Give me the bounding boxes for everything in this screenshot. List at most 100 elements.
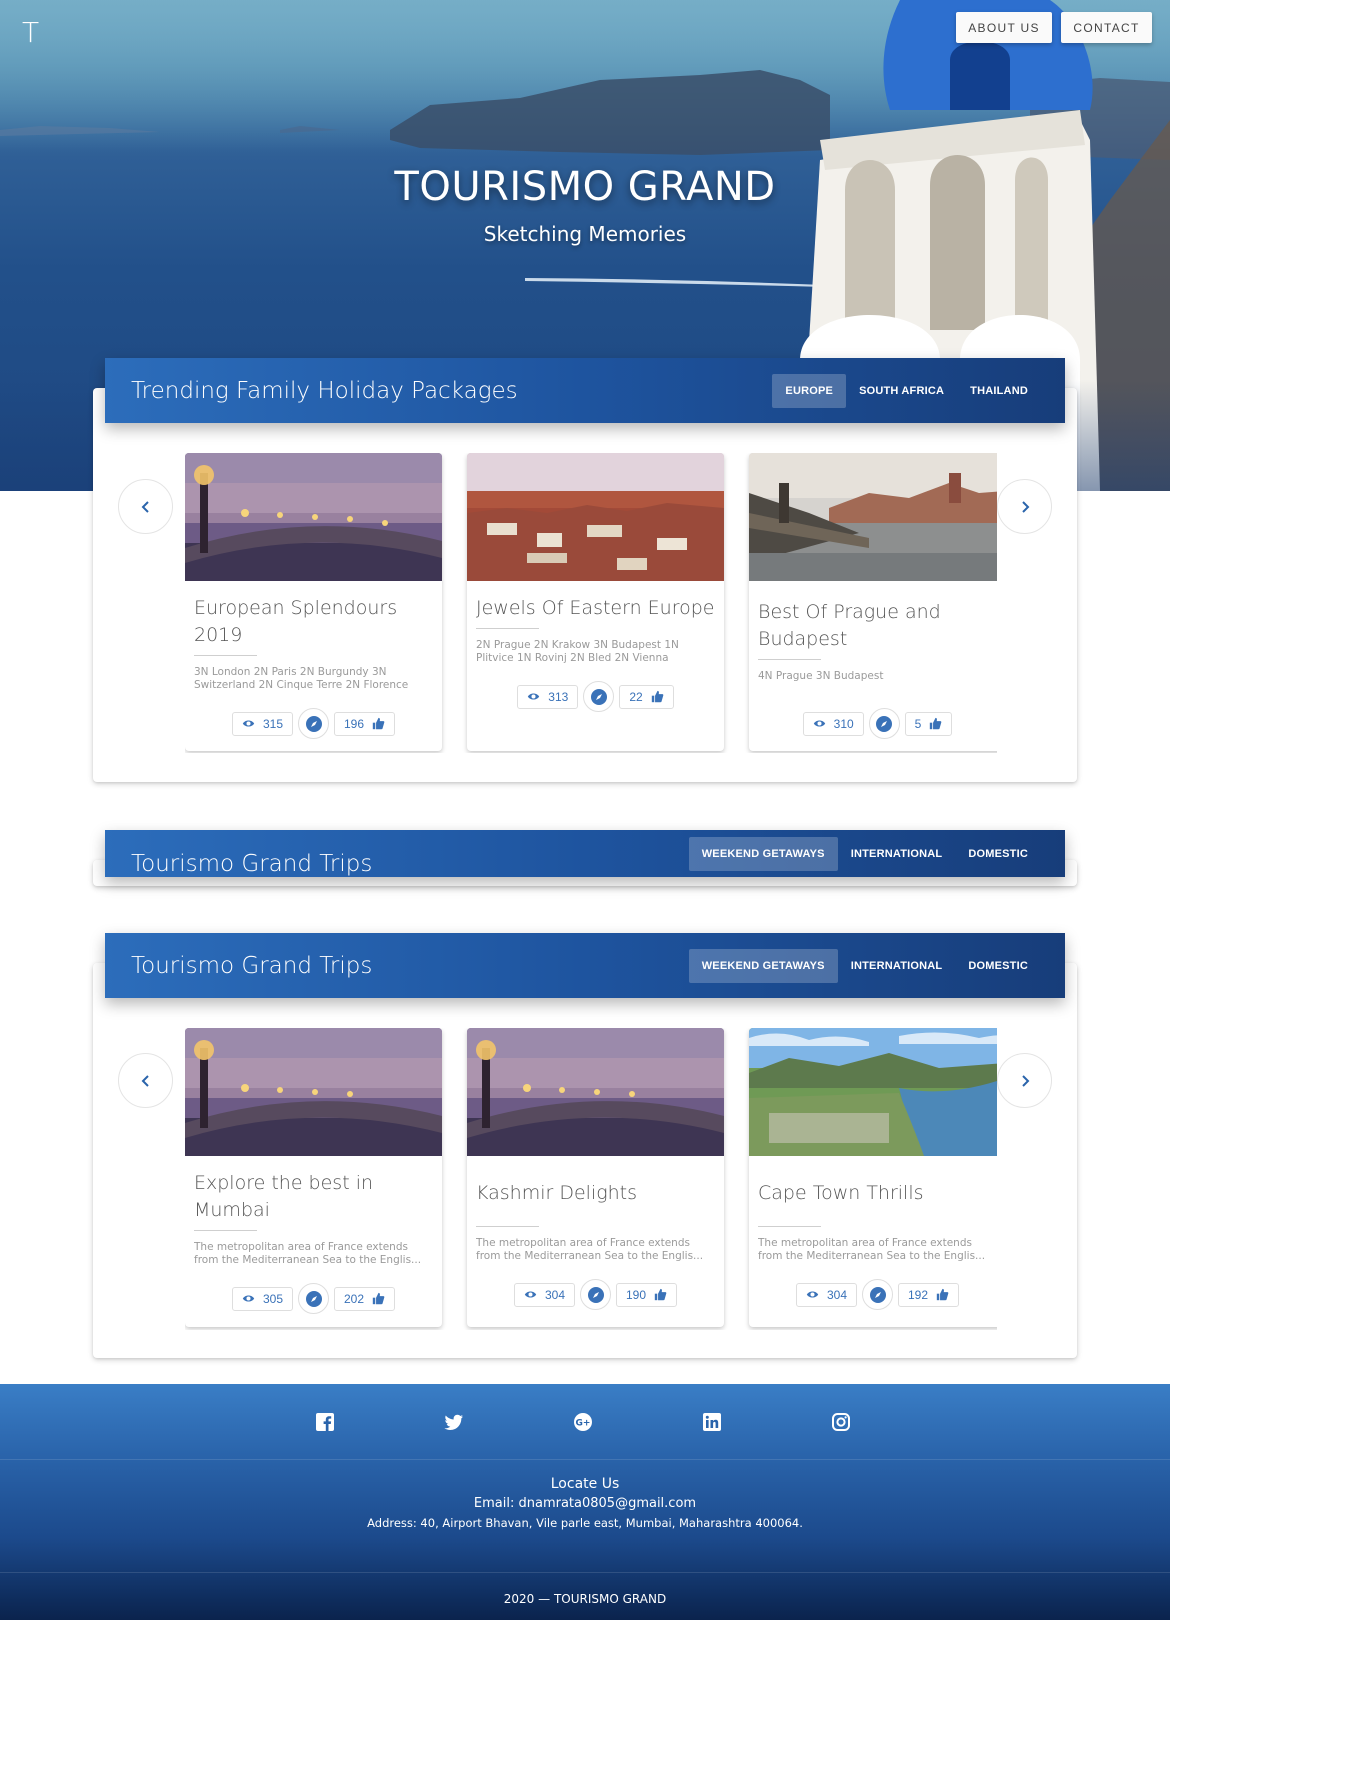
facebook-icon[interactable] — [314, 1411, 336, 1433]
compass-icon — [305, 715, 322, 732]
eye-icon — [806, 1291, 819, 1298]
card-photo-bridge — [185, 453, 442, 581]
compass-icon — [305, 1290, 322, 1307]
social-links: G+ — [0, 1411, 1170, 1441]
tab-international[interactable]: INTERNATIONAL — [838, 949, 956, 983]
card-description: The metropolitan area of France extends … — [758, 1237, 986, 1262]
likes-count[interactable]: 22 — [619, 684, 674, 709]
card-description: The metropolitan area of France extends … — [194, 1241, 422, 1266]
views-count: 315 — [231, 711, 293, 736]
card-description: 2N Prague 2N Krakow 3N Budapest 1N Plitv… — [476, 639, 679, 664]
thumbs-up-icon — [930, 717, 942, 730]
copyright: 2020 — TOURISMO GRAND — [503, 1592, 667, 1606]
google-plus-icon[interactable]: G+ — [572, 1411, 594, 1433]
contact-address: Address: 40, Airport Bhavan, Vile parle … — [367, 1516, 803, 1530]
carousel-next-button[interactable] — [997, 479, 1052, 534]
tab-domestic[interactable]: DOMESTIC — [955, 837, 1041, 871]
views-count: 304 — [795, 1282, 857, 1307]
compass-icon — [587, 1286, 604, 1303]
card-description: The metropolitan area of France extends … — [476, 1237, 704, 1262]
section-tabs: WEEKEND GETAWAYS INTERNATIONAL DOMESTIC — [688, 836, 1041, 871]
card-photo-city — [467, 453, 724, 581]
explore-button[interactable] — [298, 1283, 329, 1314]
about-us-button[interactable]: ABOUT US — [956, 12, 1052, 43]
instagram-icon[interactable] — [830, 1411, 852, 1433]
section-tabs: WEEKEND GETAWAYS INTERNATIONAL DOMESTIC — [688, 948, 1041, 983]
site-footer: G+ Locate Us Email: dnamrata0805@gmail.c… — [0, 1384, 1170, 1620]
card-carousel: European Splendours 2019 3N London 2N Pa… — [185, 453, 997, 753]
tab-thailand[interactable]: THAILAND — [957, 374, 1041, 408]
likes-count[interactable]: 192 — [898, 1282, 960, 1307]
card-title: European Splendours 2019 — [194, 597, 398, 646]
compass-icon — [876, 715, 893, 732]
views-count: 305 — [231, 1286, 293, 1311]
card-title: Kashmir Delights — [476, 1182, 638, 1204]
thumbs-up-icon — [936, 1288, 949, 1301]
brand-logo[interactable]: T — [22, 16, 39, 49]
package-card[interactable]: European Splendours 2019 3N London 2N Pa… — [185, 453, 442, 751]
section-title: Tourismo Grand Trips — [131, 952, 373, 979]
chevron-left-icon — [141, 500, 149, 513]
likes-count[interactable]: 5 — [904, 711, 953, 736]
tab-weekend-getaways[interactable]: WEEKEND GETAWAYS — [688, 948, 838, 983]
likes-count[interactable]: 202 — [334, 1286, 396, 1311]
package-card[interactable]: Best Of Prague and Budapest 4N Prague 3N… — [749, 453, 997, 751]
explore-button[interactable] — [868, 708, 900, 739]
trip-card[interactable]: Explore the best in Mumbai The metropoli… — [185, 1028, 442, 1327]
card-title: Explore the best in Mumbai — [194, 1172, 374, 1221]
contact-button[interactable]: CONTACT — [1061, 12, 1152, 43]
compass-icon — [590, 688, 607, 705]
package-card[interactable]: Jewels Of Eastern Europe 2N Prague 2N Kr… — [467, 453, 724, 751]
views-count: 313 — [517, 684, 579, 709]
likes-count[interactable]: 196 — [334, 711, 396, 736]
explore-button[interactable] — [298, 708, 329, 739]
section-header-trending: Trending Family Holiday Packages EUROPE … — [105, 358, 1065, 423]
compass-icon — [869, 1286, 886, 1303]
contact-email[interactable]: Email: dnamrata0805@gmail.com — [0, 1496, 1170, 1511]
thumbs-up-icon — [372, 717, 385, 730]
explore-button[interactable] — [580, 1279, 611, 1310]
chevron-left-icon — [141, 1074, 149, 1087]
tab-south-africa[interactable]: SOUTH AFRICA — [846, 374, 957, 408]
twitter-icon[interactable] — [443, 1411, 465, 1433]
likes-count[interactable]: 190 — [616, 1282, 678, 1307]
locate-us-heading: Locate Us — [550, 1476, 620, 1492]
section-title: Tourismo Grand Trips — [131, 851, 373, 877]
tab-europe[interactable]: EUROPE — [772, 373, 847, 408]
eye-icon — [528, 693, 540, 700]
chevron-right-icon — [1021, 1074, 1029, 1087]
site-tagline: Sketching Memories — [483, 222, 687, 246]
eye-icon — [813, 720, 825, 727]
carousel-prev-button[interactable] — [118, 479, 173, 534]
card-carousel: Explore the best in Mumbai The metropoli… — [185, 1028, 997, 1330]
eye-icon — [242, 720, 255, 727]
section-tabs: EUROPE SOUTH AFRICA THAILAND — [772, 373, 1041, 408]
tab-weekend-getaways[interactable]: WEEKEND GETAWAYS — [688, 836, 838, 871]
trip-card[interactable]: Kashmir Delights The metropolitan area o… — [467, 1028, 724, 1327]
site-title: TOURISMO GRAND — [394, 164, 776, 210]
card-title: Cape Town Thrills — [758, 1182, 924, 1204]
card-photo-coast — [749, 1028, 997, 1156]
card-title: Best Of Prague and Budapest — [758, 601, 941, 650]
thumbs-up-icon — [372, 1292, 385, 1305]
card-photo-bridge — [467, 1028, 724, 1156]
linkedin-icon[interactable] — [701, 1411, 723, 1433]
carousel-next-button[interactable] — [997, 1053, 1052, 1108]
card-description: 4N Prague 3N Budapest — [758, 670, 884, 682]
chevron-right-icon — [1021, 500, 1029, 513]
thumbs-up-icon — [651, 690, 664, 703]
trip-card[interactable]: Cape Town Thrills The metropolitan area … — [749, 1028, 997, 1327]
section-header-trips-collapsed: Tourismo Grand Trips WEEKEND GETAWAYS IN… — [105, 830, 1065, 877]
section-header-trips: Tourismo Grand Trips WEEKEND GETAWAYS IN… — [105, 933, 1065, 998]
carousel-prev-button[interactable] — [118, 1053, 173, 1108]
explore-button[interactable] — [862, 1279, 893, 1310]
tab-domestic[interactable]: DOMESTIC — [955, 949, 1041, 983]
tab-international[interactable]: INTERNATIONAL — [838, 837, 956, 871]
card-description: 3N London 2N Paris 2N Burgundy 3N Switze… — [194, 666, 409, 691]
thumbs-up-icon — [654, 1288, 667, 1301]
card-photo-bridge — [185, 1028, 442, 1156]
eye-icon — [242, 1295, 255, 1302]
svg-text:G+: G+ — [576, 1419, 591, 1429]
eye-icon — [524, 1291, 537, 1298]
explore-button[interactable] — [583, 681, 615, 712]
